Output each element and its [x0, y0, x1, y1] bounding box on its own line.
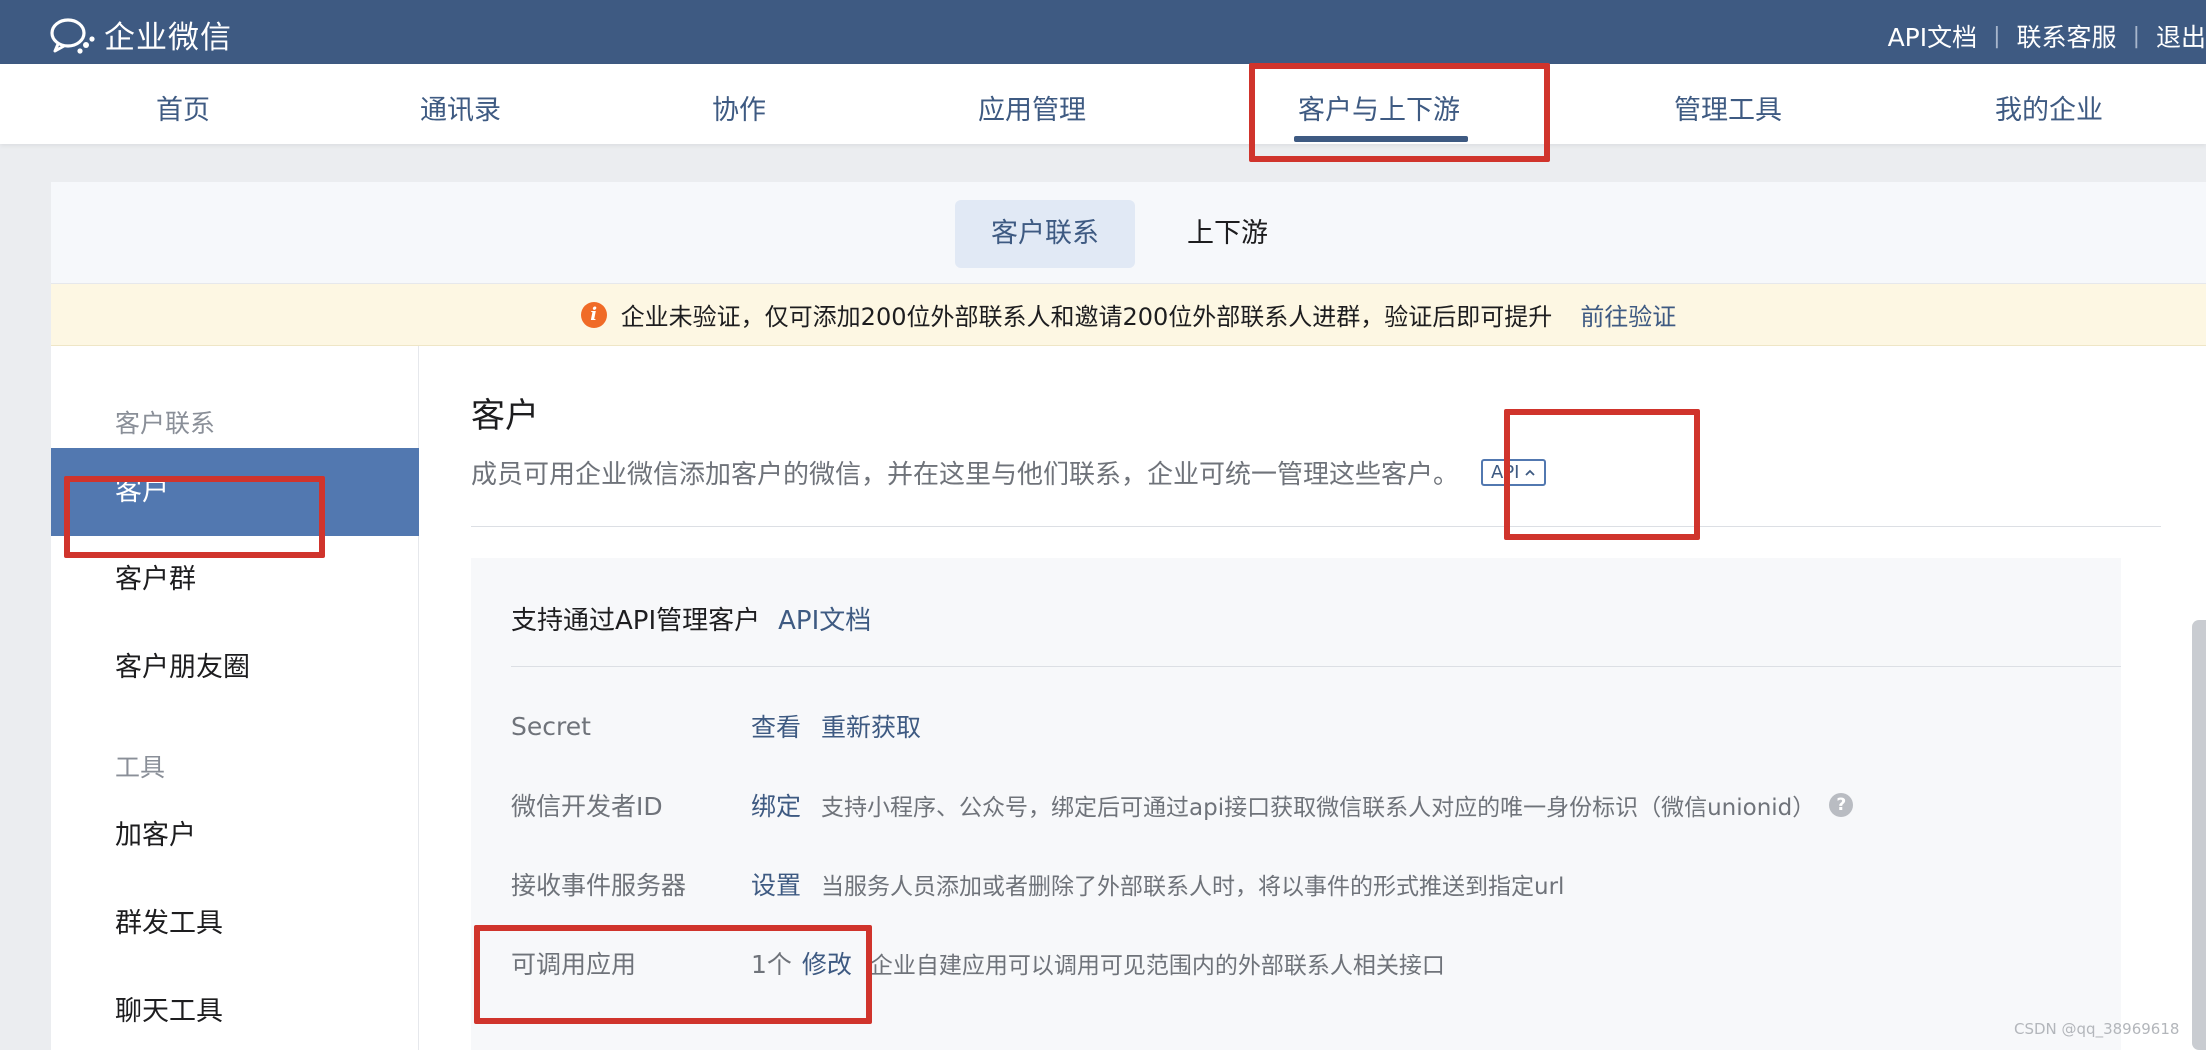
- sidebar-item-moments[interactable]: 客户朋友圈: [51, 624, 419, 712]
- page-title: 客户: [471, 396, 539, 436]
- tab-upstream-downstream[interactable]: 上下游: [1151, 200, 1304, 268]
- separator: |: [2132, 23, 2140, 49]
- wecom-logo-icon: [50, 17, 95, 54]
- nav-home[interactable]: 首页: [156, 88, 210, 127]
- sidebar: 客户联系 客户 客户群 客户朋友圈 工具 加客户 群发工具 聊天工具: [51, 346, 419, 1050]
- info-icon: i: [580, 301, 607, 328]
- page-description: 成员可用企业微信添加客户的微信，并在这里与他们联系，企业可统一管理这些客户。 AP…: [471, 454, 1546, 491]
- api-badge-label: API: [1491, 462, 1520, 483]
- verify-link[interactable]: 前往验证: [1580, 297, 1676, 332]
- developer-id-label: 微信开发者ID: [511, 792, 663, 821]
- api-section-heading: 支持通过API管理客户 API文档: [511, 600, 871, 637]
- developer-id-row: 微信开发者ID 绑定 支持小程序、公众号，绑定后可通过api接口获取微信联系人对…: [511, 785, 1854, 825]
- sidebar-item-mass-message[interactable]: 群发工具: [51, 880, 419, 968]
- event-server-row: 接收事件服务器 设置 当服务人员添加或者删除了外部联系人时，将以事件的形式推送到…: [511, 864, 1564, 904]
- divider: [511, 666, 2121, 667]
- callable-apps-label: 可调用应用: [511, 950, 637, 979]
- event-server-label: 接收事件服务器: [511, 871, 687, 900]
- help-icon[interactable]: ?: [1829, 793, 1854, 817]
- callable-apps-count: 1个: [751, 950, 792, 979]
- view-secret-link[interactable]: 查看: [751, 708, 801, 744]
- tab-customer-contact[interactable]: 客户联系: [955, 200, 1135, 268]
- sidebar-item-chat-tools[interactable]: 聊天工具: [51, 968, 419, 1050]
- api-settings-box: 支持通过API管理客户 API文档 Secret 查看 重新获取 微信开发者ID …: [471, 558, 2121, 1050]
- description-text: 成员可用企业微信添加客户的微信，并在这里与他们联系，企业可统一管理这些客户。: [471, 460, 1460, 490]
- api-docs-link[interactable]: API文档: [1888, 18, 1978, 54]
- sub-nav: 客户联系 上下游: [51, 182, 2206, 284]
- nav-collaboration[interactable]: 协作: [712, 88, 766, 127]
- notice-text: 企业未验证，仅可添加200位外部联系人和邀请200位外部联系人进群，验证后即可提…: [620, 303, 1553, 331]
- main-nav: 首页 通讯录 协作 应用管理 客户与上下游 管理工具 我的企业: [0, 64, 2206, 144]
- logo[interactable]: 企业微信: [48, 12, 232, 57]
- secret-label: Secret: [511, 711, 591, 741]
- nav-active-indicator: [1294, 136, 1468, 142]
- callable-apps-row: 可调用应用 1个 修改 企业自建应用可以调用可见范围内的外部联系人相关接口: [511, 943, 1445, 983]
- scrollbar[interactable]: [2192, 620, 2206, 1050]
- top-links: API文档 | 联系客服 | 退出: [1888, 18, 2206, 54]
- nav-management-tools[interactable]: 管理工具: [1674, 88, 1782, 127]
- bind-link[interactable]: 绑定: [751, 787, 801, 823]
- divider: [471, 526, 2161, 527]
- verification-notice: i 企业未验证，仅可添加200位外部联系人和邀请200位外部联系人进群，验证后即…: [51, 284, 2206, 346]
- nav-app-management[interactable]: 应用管理: [978, 88, 1086, 127]
- api-toggle-button[interactable]: API: [1481, 459, 1546, 486]
- api-heading-text: 支持通过API管理客户: [511, 606, 761, 636]
- regenerate-secret-link[interactable]: 重新获取: [821, 708, 921, 744]
- app-name: 企业微信: [104, 20, 232, 56]
- api-doc-link[interactable]: API文档: [778, 606, 871, 636]
- nav-customers[interactable]: 客户与上下游: [1298, 88, 1460, 127]
- contact-support-link[interactable]: 联系客服: [2017, 18, 2117, 54]
- content-panel: 客户联系 上下游 i 企业未验证，仅可添加200位外部联系人和邀请200位外部联…: [51, 182, 2206, 1050]
- secret-row: Secret 查看 重新获取: [511, 706, 941, 746]
- watermark: CSDN @qq_38969618: [2014, 1020, 2180, 1038]
- nav-contacts[interactable]: 通讯录: [420, 88, 501, 127]
- developer-id-desc: 支持小程序、公众号，绑定后可通过api接口获取微信联系人对应的唯一身份标识（微信…: [821, 795, 1816, 821]
- set-event-server-link[interactable]: 设置: [751, 866, 801, 902]
- separator: |: [1993, 23, 2001, 49]
- chevron-up-icon: [1524, 469, 1535, 476]
- logout-link[interactable]: 退出: [2156, 18, 2206, 54]
- modify-apps-link[interactable]: 修改: [802, 945, 852, 981]
- top-bar: 企业微信 API文档 | 联系客服 | 退出: [0, 0, 2206, 64]
- sidebar-group-tools: 工具: [115, 753, 166, 782]
- sidebar-group-customer-contact: 客户联系: [115, 409, 216, 438]
- sidebar-item-customer-groups[interactable]: 客户群: [51, 536, 419, 624]
- nav-my-company[interactable]: 我的企业: [1995, 88, 2103, 127]
- callable-apps-desc: 企业自建应用可以调用可见范围内的外部联系人相关接口: [869, 953, 1445, 979]
- event-server-desc: 当服务人员添加或者删除了外部联系人时，将以事件的形式推送到指定url: [821, 874, 1565, 900]
- sidebar-item-add-customer[interactable]: 加客户: [51, 792, 419, 880]
- sidebar-item-customers[interactable]: 客户: [51, 448, 419, 536]
